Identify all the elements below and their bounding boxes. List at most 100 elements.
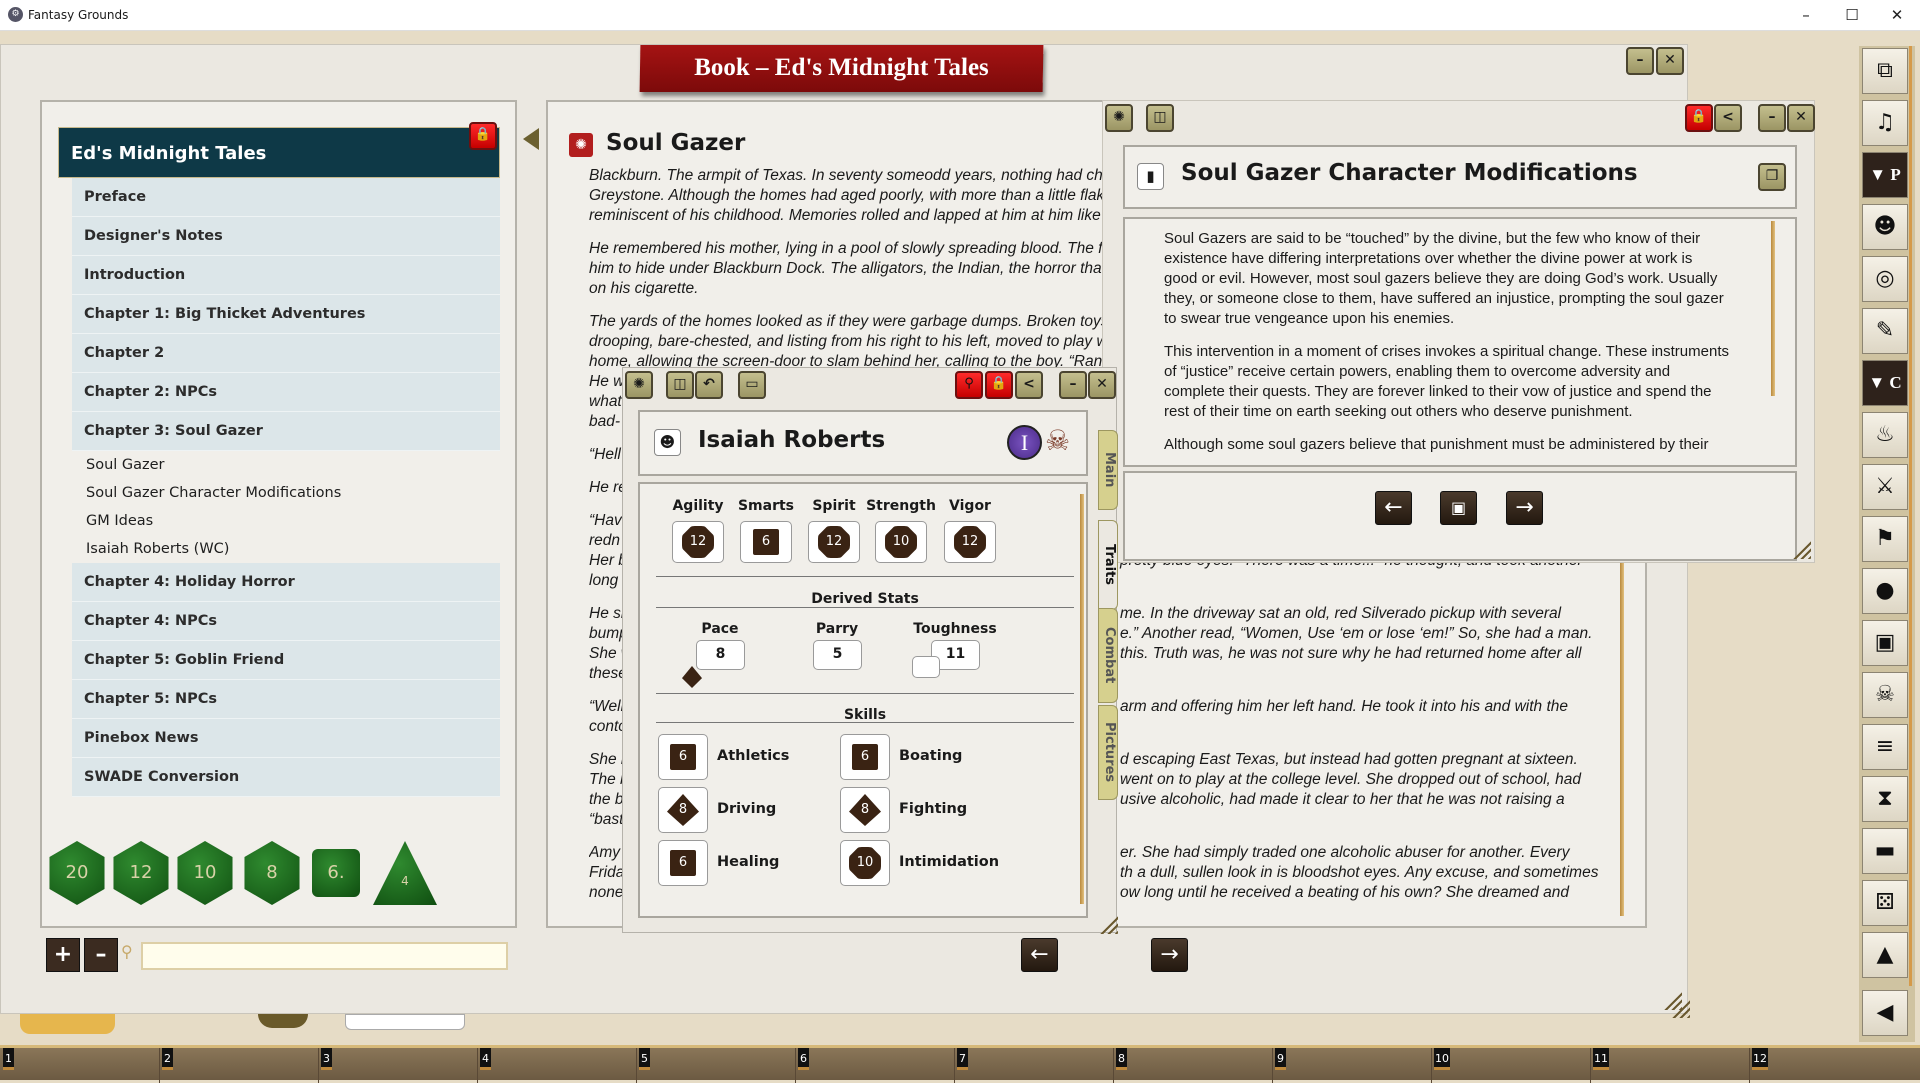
share-icon[interactable]: < xyxy=(1015,371,1043,399)
hotkey-slot-8[interactable]: 8 xyxy=(1116,1048,1127,1070)
tab-traits[interactable]: Traits xyxy=(1098,520,1118,610)
d8-die[interactable]: 8 xyxy=(240,841,304,905)
collapse-sidebar-icon[interactable]: ◀ xyxy=(1862,990,1908,1036)
skill-die[interactable]: 8 xyxy=(658,787,708,833)
toc-chapter[interactable]: Chapter 1: Big Thicket Adventures xyxy=(72,295,500,334)
skill-name[interactable]: Boating xyxy=(899,748,962,764)
attribute-die-agility[interactable]: 12 xyxy=(672,521,724,563)
tab-combat[interactable]: Combat xyxy=(1098,608,1118,703)
derived-value-pace[interactable]: 8 xyxy=(696,640,745,670)
hotkey-slot-5[interactable]: 5 xyxy=(639,1048,650,1070)
attribute-die-spirit[interactable]: 12 xyxy=(808,521,860,563)
toc-chapter[interactable]: Pinebox News xyxy=(72,719,500,758)
d20-die[interactable]: 20 xyxy=(45,841,109,905)
lock-icon[interactable]: 🔒 xyxy=(469,122,497,150)
d4-die[interactable]: 4 xyxy=(373,841,437,905)
skill-name[interactable]: Healing xyxy=(717,854,779,870)
hotkey-slot-12[interactable]: 12 xyxy=(1752,1048,1768,1070)
d10-die[interactable]: 10 xyxy=(173,841,237,905)
toc-chapter[interactable]: Introduction xyxy=(72,256,500,295)
hotkey-slot-2[interactable]: 2 xyxy=(162,1048,173,1070)
toc-chapter[interactable]: Chapter 2 xyxy=(72,334,500,373)
section-c[interactable]: ▼ C xyxy=(1862,360,1908,406)
toc-chapter[interactable]: Chapter 5: NPCs xyxy=(72,680,500,719)
next-page-button[interactable]: → xyxy=(1151,938,1188,972)
toc-subitem[interactable]: GM Ideas xyxy=(86,507,153,535)
close-button[interactable]: ✕ xyxy=(1787,104,1815,132)
hotkey-slot-11[interactable]: 11 xyxy=(1593,1048,1609,1070)
fire-icon[interactable]: ♨ xyxy=(1862,412,1908,458)
hotkey-slot-7[interactable]: 7 xyxy=(957,1048,968,1070)
derived-value-parry[interactable]: 5 xyxy=(813,640,862,670)
minimize-window-button[interactable]: – xyxy=(1786,3,1826,27)
toc-subitem[interactable]: Soul Gazer xyxy=(86,451,165,479)
fg-link-icon[interactable]: ✺ xyxy=(625,371,653,399)
previous-button[interactable]: ← xyxy=(1375,491,1412,525)
toc-chapter[interactable]: Chapter 4: NPCs xyxy=(72,602,500,641)
skill-name[interactable]: Athletics xyxy=(717,748,789,764)
map-icon[interactable]: ⚑ xyxy=(1862,516,1908,562)
toc-chapter[interactable]: Chapter 5: Goblin Friend xyxy=(72,641,500,680)
skill-die[interactable]: 6 xyxy=(658,734,708,780)
toc-chapter[interactable]: Chapter 4: Holiday Horror xyxy=(72,563,500,602)
scrollbar[interactable] xyxy=(1771,221,1775,396)
weapon-icon[interactable]: ⚔ xyxy=(1862,464,1908,510)
next-button[interactable]: → xyxy=(1506,491,1543,525)
hotkey-slot-1[interactable]: 1 xyxy=(3,1048,14,1070)
skill-name[interactable]: Intimidation xyxy=(899,854,999,870)
toc-chapter[interactable]: Designer's Notes xyxy=(72,217,500,256)
bag-icon[interactable]: ● xyxy=(1862,568,1908,614)
book-icon[interactable]: ▬ xyxy=(1862,828,1908,874)
d6-die[interactable]: 6. xyxy=(312,849,360,897)
skill-name[interactable]: Fighting xyxy=(899,801,967,817)
resize-handle[interactable] xyxy=(1100,916,1118,934)
skill-die[interactable]: 6 xyxy=(840,734,890,780)
toc-subitem[interactable]: Isaiah Roberts (WC) xyxy=(86,535,229,563)
close-button[interactable]: ✕ xyxy=(1088,371,1116,399)
hotkey-slot-10[interactable]: 10 xyxy=(1434,1048,1450,1070)
tab-main[interactable]: Main xyxy=(1098,430,1118,510)
attribute-die-smarts[interactable]: 6 xyxy=(740,521,792,563)
skull-icon[interactable]: ☠ xyxy=(1862,672,1908,718)
toc-chapter[interactable]: Preface xyxy=(72,178,500,217)
attribute-die-strength[interactable]: 10 xyxy=(875,521,927,563)
fg-link-icon[interactable]: ✺ xyxy=(1105,104,1133,132)
search-input[interactable] xyxy=(141,942,508,970)
tab-pictures[interactable]: Pictures xyxy=(1098,705,1118,800)
minimize-button[interactable]: – xyxy=(1758,104,1786,132)
zoom-icon[interactable]: ⚲ xyxy=(955,371,983,399)
open-parent-button[interactable]: ▣ xyxy=(1440,491,1477,525)
remove-entry-button[interactable]: – xyxy=(84,938,118,972)
music-icon[interactable]: ♫ xyxy=(1862,100,1908,146)
chat-icon[interactable]: ▭ xyxy=(738,371,766,399)
character-icon[interactable]: ☻ xyxy=(1862,204,1908,250)
add-entry-button[interactable]: + xyxy=(46,938,80,972)
share-icon[interactable]: < xyxy=(1714,104,1742,132)
book-minimize-button[interactable]: – xyxy=(1626,47,1654,75)
attribute-die-vigor[interactable]: 12 xyxy=(944,521,996,563)
chalice-icon[interactable]: ⧗ xyxy=(1862,776,1908,822)
windows-icon[interactable]: ⧉ xyxy=(1862,48,1908,94)
notes-icon[interactable]: ✎ xyxy=(1862,308,1908,354)
section-p[interactable]: ▼ P xyxy=(1862,152,1908,198)
hotkey-slot-3[interactable]: 3 xyxy=(321,1048,332,1070)
skill-die[interactable]: 8 xyxy=(840,787,890,833)
toc-subitem[interactable]: Soul Gazer Character Modifications xyxy=(86,479,341,507)
dice-icon[interactable]: ⚄ xyxy=(1862,880,1908,926)
tent-icon[interactable]: ▲ xyxy=(1862,932,1908,978)
maximize-window-button[interactable]: ☐ xyxy=(1832,3,1872,27)
previous-page-button[interactable]: ← xyxy=(1021,938,1058,972)
copy-icon[interactable]: ❐ xyxy=(1758,163,1786,191)
collapse-toc-arrow-icon[interactable] xyxy=(523,128,539,150)
book-close-button[interactable]: ✕ xyxy=(1656,47,1684,75)
book-icon[interactable]: ◫ xyxy=(666,371,694,399)
hotkey-slot-4[interactable]: 4 xyxy=(480,1048,491,1070)
skill-die[interactable]: 6 xyxy=(658,840,708,886)
box-icon[interactable]: ▣ xyxy=(1862,620,1908,666)
book-icon[interactable]: ◫ xyxy=(1146,104,1174,132)
undo-icon[interactable]: ↶ xyxy=(695,371,723,399)
minimize-button[interactable]: – xyxy=(1059,371,1087,399)
close-window-button[interactable]: ✕ xyxy=(1877,3,1917,27)
target-icon[interactable]: ◎ xyxy=(1862,256,1908,302)
hotkey-slot-9[interactable]: 9 xyxy=(1275,1048,1286,1070)
